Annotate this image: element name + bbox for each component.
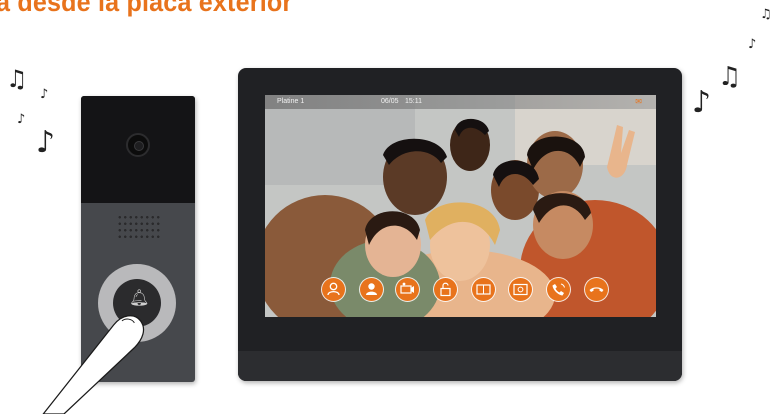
camera-lens-icon xyxy=(126,133,150,157)
camera-icon xyxy=(400,282,414,294)
snapshot-icon xyxy=(513,283,528,296)
music-note-icon: ♫ xyxy=(718,62,742,92)
panel-camera-section xyxy=(81,96,195,203)
gate-button[interactable] xyxy=(472,278,495,301)
headline: a desde la placa exterior xyxy=(0,0,293,17)
pressing-finger-icon xyxy=(42,315,145,414)
music-note-icon: ♪ xyxy=(40,87,49,102)
camera-button[interactable] xyxy=(396,278,419,301)
unlock-icon xyxy=(440,282,451,297)
monitor-bezel-bottom xyxy=(238,351,682,381)
snapshot-button[interactable] xyxy=(509,278,532,301)
music-note-icon: ♪ xyxy=(17,112,26,127)
unlock-button[interactable] xyxy=(434,278,457,301)
monitor-user-button[interactable] xyxy=(322,278,345,301)
screen-status-bar: Platine 1 06/05 15:11 ✉ xyxy=(265,95,656,109)
speaker-grille xyxy=(117,214,161,240)
station-name: Platine 1 xyxy=(277,98,305,105)
hang-up-button[interactable] xyxy=(585,278,608,301)
music-note-icon: ♫ xyxy=(6,65,28,93)
music-note-icon: ♪ xyxy=(36,125,56,160)
answer-call-button[interactable] xyxy=(547,278,570,301)
gate-icon xyxy=(476,284,491,295)
intercom-user-icon xyxy=(366,283,377,295)
screen-time: 15:11 xyxy=(405,98,422,105)
answer-call-icon xyxy=(552,283,565,296)
microphone-icon: ✉ xyxy=(635,97,642,106)
monitor-user-icon xyxy=(327,282,340,296)
screen-date: 06/05 xyxy=(381,98,399,105)
music-note-icon: ♫ xyxy=(760,7,772,22)
hang-up-icon xyxy=(589,287,604,292)
music-note-icon: ♪ xyxy=(692,85,712,120)
intercom-user-button[interactable] xyxy=(360,278,383,301)
music-note-icon: ♪ xyxy=(748,37,757,52)
indoor-monitor: Platine 1 06/05 15:11 ✉ xyxy=(238,68,682,381)
monitor-screen: Platine 1 06/05 15:11 ✉ xyxy=(265,95,656,317)
